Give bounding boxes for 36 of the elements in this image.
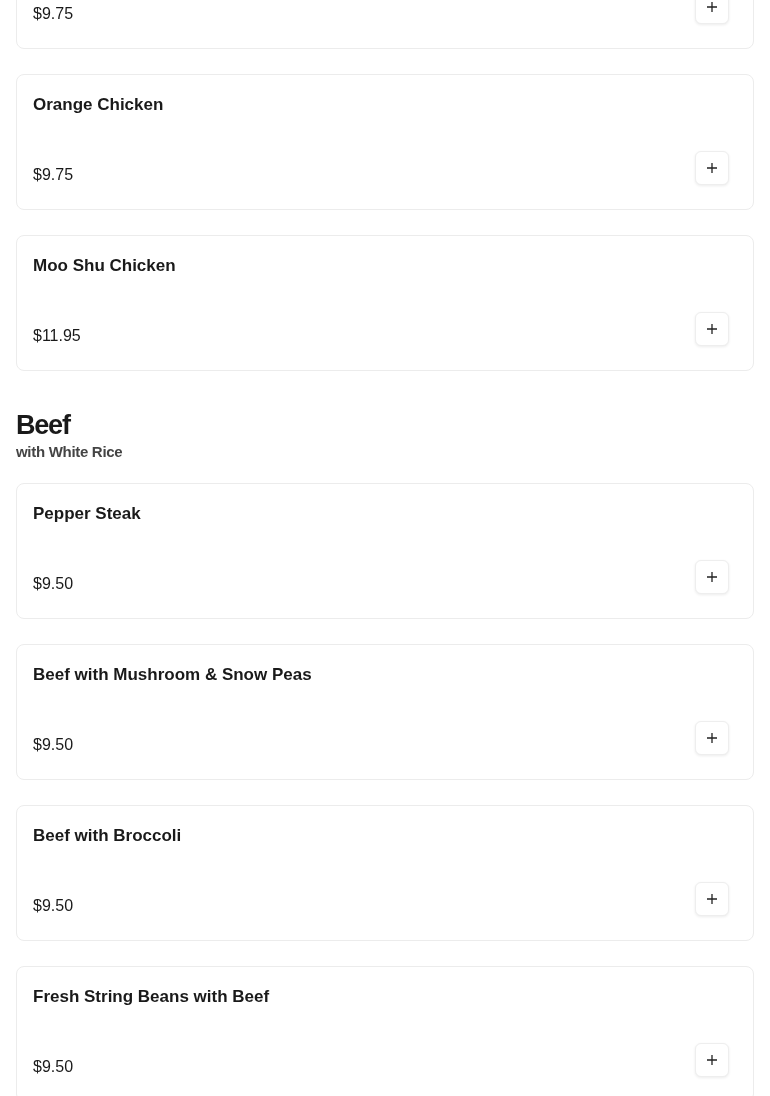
- menu-item-card[interactable]: Fresh String Beans with Beef $9.50: [16, 966, 754, 1096]
- item-price: $9.50: [33, 735, 74, 754]
- item-name: Fresh String Beans with Beef: [33, 987, 270, 1006]
- section-subtitle: with White Rice: [16, 443, 124, 460]
- item-name: Beef with Mushroom & Snow Peas: [33, 665, 312, 684]
- add-button[interactable]: [695, 560, 729, 594]
- plus-icon: [706, 893, 718, 905]
- plus-icon: [706, 162, 718, 174]
- item-price: $9.50: [33, 574, 74, 593]
- item-name: Pepper Steak: [33, 504, 141, 523]
- menu-item-card[interactable]: Orange Chicken $9.75: [16, 74, 754, 210]
- menu-item-card[interactable]: Beef with Broccoli $9.50: [16, 805, 754, 941]
- plus-icon: [706, 571, 718, 583]
- item-price: $9.75: [33, 165, 74, 184]
- menu-item-card[interactable]: Pepper Steak $9.50: [16, 483, 754, 619]
- add-button[interactable]: [695, 882, 729, 916]
- plus-icon: [706, 323, 718, 335]
- item-price: $9.50: [33, 1057, 74, 1076]
- plus-icon: [706, 732, 718, 744]
- item-name: Beef with Broccoli: [33, 826, 182, 845]
- add-button[interactable]: [695, 721, 729, 755]
- section-heading: Beef: [16, 409, 72, 441]
- item-name: Moo Shu Chicken: [33, 256, 176, 275]
- menu-item-card[interactable]: Moo Shu Chicken $11.95: [16, 235, 754, 371]
- item-price: $9.50: [33, 896, 74, 915]
- menu-item-card[interactable]: $9.75: [16, 0, 754, 49]
- add-button[interactable]: [695, 151, 729, 185]
- menu-item-card[interactable]: Beef with Mushroom & Snow Peas $9.50: [16, 644, 754, 780]
- plus-icon: [706, 1, 718, 13]
- item-price: $9.75: [33, 4, 74, 23]
- add-button[interactable]: [695, 312, 729, 346]
- add-button[interactable]: [695, 1043, 729, 1077]
- add-button[interactable]: [695, 0, 729, 24]
- item-price: $11.95: [33, 326, 81, 345]
- plus-icon: [706, 1054, 718, 1066]
- item-name: Orange Chicken: [33, 95, 164, 114]
